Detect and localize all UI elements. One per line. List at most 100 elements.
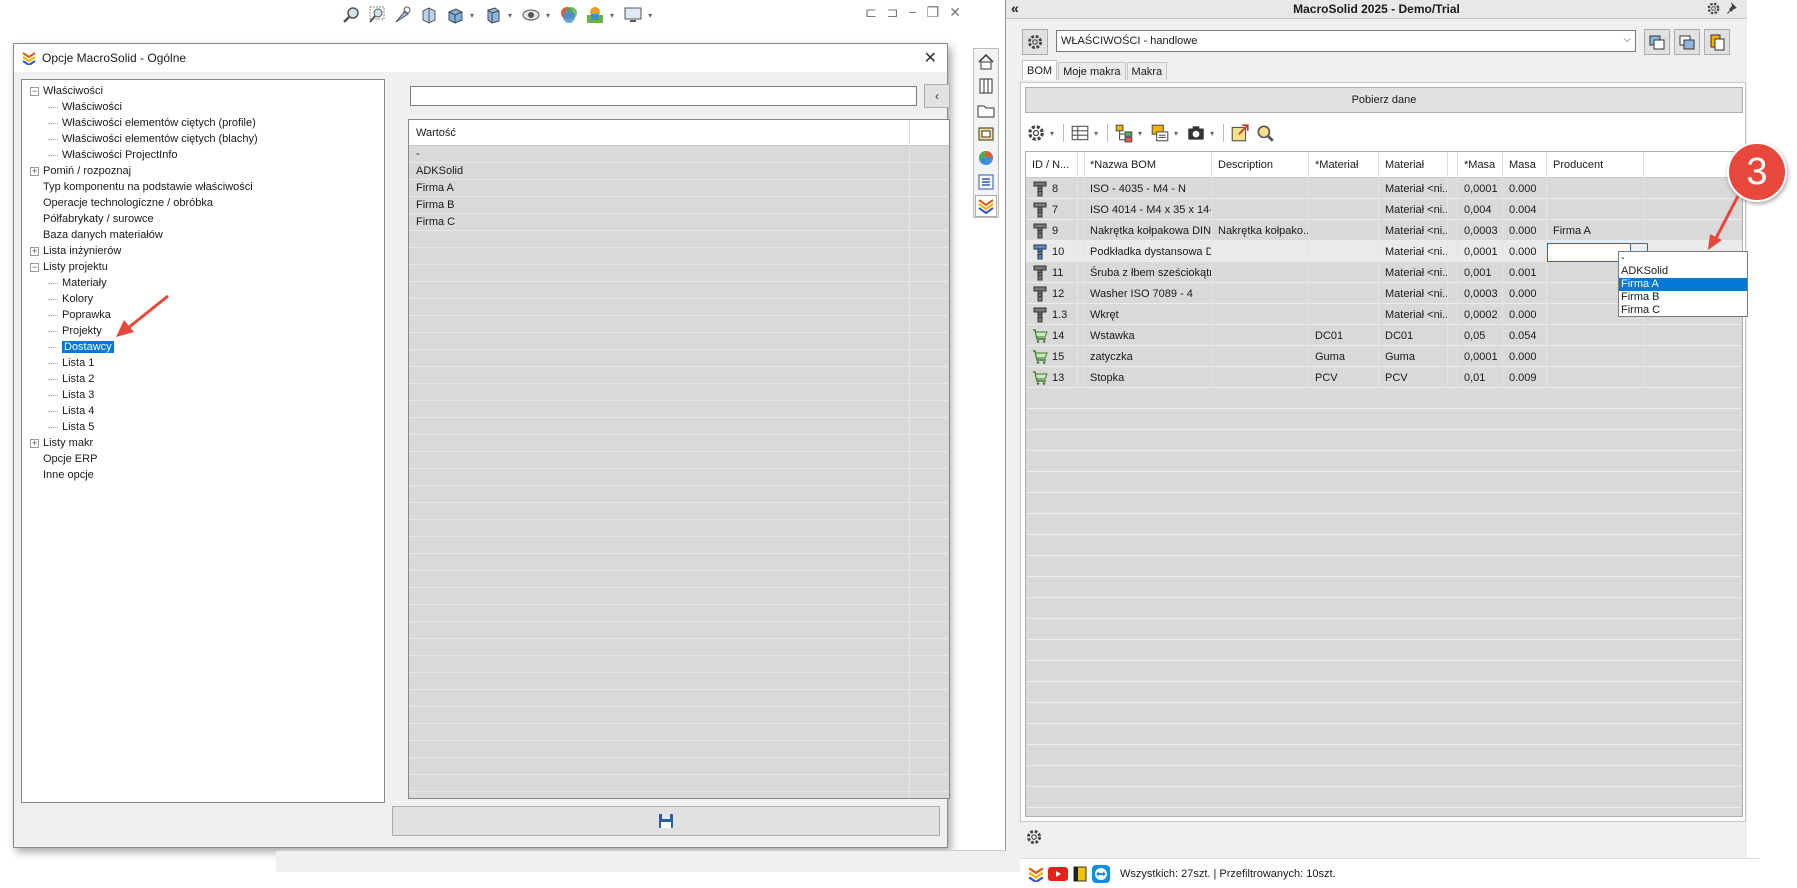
chevron-down-icon[interactable]: ▾ <box>546 11 550 20</box>
chevron-down-icon[interactable]: ▾ <box>1210 129 1214 138</box>
table-cell[interactable]: Stopka <box>1084 367 1212 388</box>
tree-item[interactable]: Lista 1 <box>22 355 384 371</box>
table-cell[interactable] <box>1212 262 1309 283</box>
tree-item[interactable]: Opcje ERP <box>22 451 384 467</box>
table-cell[interactable]: 7 <box>1026 199 1078 220</box>
empty-row[interactable] <box>409 503 949 520</box>
table-cell[interactable] <box>1448 241 1458 262</box>
table-cell[interactable]: Materiał <ni... <box>1379 178 1448 199</box>
empty-row[interactable] <box>409 690 949 707</box>
display-style-icon[interactable] <box>482 4 504 26</box>
table-cell[interactable]: zatyczka <box>1084 346 1212 367</box>
table-cell[interactable]: DC01 <box>1379 325 1448 346</box>
close-icon[interactable]: ✕ <box>924 48 937 68</box>
empty-row[interactable] <box>409 724 949 741</box>
chevron-down-icon[interactable]: ▾ <box>610 11 614 20</box>
table-cell[interactable]: 0.000 <box>1503 304 1547 325</box>
zoom-to-fit-icon[interactable] <box>340 4 362 26</box>
values-table[interactable]: Wartość - ADKSolid Firma A Firma B Firma C <box>408 119 950 799</box>
options-tree[interactable]: − Właściwości Właściwości Właściwości eleme… <box>21 79 385 803</box>
empty-row[interactable] <box>409 537 949 554</box>
custom-properties-icon[interactable] <box>975 171 997 193</box>
camera-icon[interactable] <box>1185 122 1207 144</box>
chevron-down-icon[interactable]: ▾ <box>1094 129 1098 138</box>
table-cell[interactable] <box>1212 367 1309 388</box>
table-cell[interactable]: 0,05 <box>1458 325 1503 346</box>
empty-row[interactable] <box>409 384 949 401</box>
table-cell[interactable] <box>1212 199 1309 220</box>
section-view-icon[interactable] <box>418 4 440 26</box>
paste-properties-button[interactable] <box>1674 29 1700 55</box>
table-cell[interactable]: Wstawka <box>1084 325 1212 346</box>
empty-row[interactable] <box>409 469 949 486</box>
table-row[interactable]: Firma B <box>409 197 949 214</box>
gear-icon[interactable] <box>1706 1 1721 19</box>
table-cell[interactable]: 0,0001 <box>1458 178 1503 199</box>
table-cell[interactable]: 14 <box>1026 325 1078 346</box>
table-cell[interactable] <box>1309 283 1379 304</box>
table-cell[interactable]: PCV <box>1379 367 1448 388</box>
table-columns-icon[interactable] <box>1069 122 1091 144</box>
tab-2[interactable]: Makra <box>1126 62 1168 80</box>
tree-item[interactable]: Dostawcy <box>22 339 384 355</box>
empty-row[interactable] <box>409 741 949 758</box>
column-header[interactable]: Masa <box>1503 152 1547 178</box>
gear-icon[interactable] <box>1023 826 1045 848</box>
dropdown-option[interactable]: Firma C <box>1619 304 1747 317</box>
table-cell[interactable]: Washer ISO 7089 - 4 <box>1084 283 1212 304</box>
fetch-data-button[interactable]: Pobierz dane <box>1025 87 1743 113</box>
empty-row[interactable] <box>409 265 949 282</box>
empty-row[interactable] <box>409 554 949 571</box>
table-cell[interactable] <box>1309 220 1379 241</box>
expand-icon[interactable]: + <box>30 438 39 448</box>
view-orientation-icon[interactable] <box>444 4 466 26</box>
table-cell[interactable]: 0.001 <box>1503 262 1547 283</box>
empty-row[interactable] <box>409 588 949 605</box>
table-cell[interactable] <box>1547 199 1644 220</box>
empty-row[interactable] <box>409 452 949 469</box>
table-cell[interactable]: Firma A <box>1547 220 1644 241</box>
empty-row[interactable] <box>409 333 949 350</box>
table-cell[interactable]: 0.000 <box>1503 283 1547 304</box>
tree-item[interactable]: Poprawka <box>22 307 384 323</box>
table-cell[interactable]: 13 <box>1026 367 1078 388</box>
column-header[interactable]: *Nazwa BOM <box>1084 152 1212 178</box>
table-cell[interactable]: Guma <box>1309 346 1379 367</box>
property-set-select[interactable]: WŁAŚCIWOŚCI - handlowe ⌵ <box>1056 30 1636 52</box>
search-icon[interactable] <box>1254 122 1276 144</box>
table-cell[interactable]: 9 <box>1026 220 1078 241</box>
previous-view-icon[interactable] <box>392 4 414 26</box>
edit-properties-button[interactable] <box>1704 29 1730 55</box>
empty-row[interactable] <box>409 656 949 673</box>
empty-row[interactable] <box>409 248 949 265</box>
macrosolid-tab-icon[interactable] <box>975 195 997 217</box>
table-cell[interactable]: Materiał <ni... <box>1379 199 1448 220</box>
restore-left-icon[interactable]: ⊏ <box>865 4 877 21</box>
chevron-down-icon[interactable]: ▾ <box>1050 129 1054 138</box>
column-header[interactable]: *Masa <box>1458 152 1503 178</box>
tree-item[interactable]: Inne opcje <box>22 467 384 483</box>
collapse-panel-button[interactable]: « <box>1011 0 1019 16</box>
tree-item[interactable]: Projekty <box>22 323 384 339</box>
column-header[interactable]: Materiał <box>1379 152 1448 178</box>
manual-book-icon[interactable] <box>1072 866 1088 882</box>
tree-item[interactable]: Właściwości elementów ciętych (profile) <box>22 115 384 131</box>
minimize-icon[interactable]: − <box>908 4 916 21</box>
column-header[interactable]: ID / N... <box>1026 152 1078 178</box>
chevron-down-icon[interactable]: ▾ <box>648 11 652 20</box>
chevron-down-icon[interactable]: ▾ <box>1174 129 1178 138</box>
empty-row[interactable] <box>409 571 949 588</box>
table-cell[interactable]: 0,0003 <box>1458 220 1503 241</box>
table-row[interactable]: - <box>409 146 949 163</box>
empty-row[interactable] <box>409 486 949 503</box>
teamviewer-icon[interactable] <box>1092 864 1110 883</box>
column-header[interactable] <box>1448 152 1458 178</box>
tree-item[interactable]: Materiały <box>22 275 384 291</box>
table-cell[interactable]: 0,0003 <box>1458 283 1503 304</box>
empty-row[interactable] <box>409 775 949 792</box>
maximize-icon[interactable]: ❐ <box>927 4 940 21</box>
table-cell[interactable]: PCV <box>1309 367 1379 388</box>
expand-icon[interactable]: + <box>30 166 39 176</box>
dropdown-option[interactable]: ADKSolid <box>1619 265 1747 278</box>
table-cell[interactable] <box>1309 241 1379 262</box>
